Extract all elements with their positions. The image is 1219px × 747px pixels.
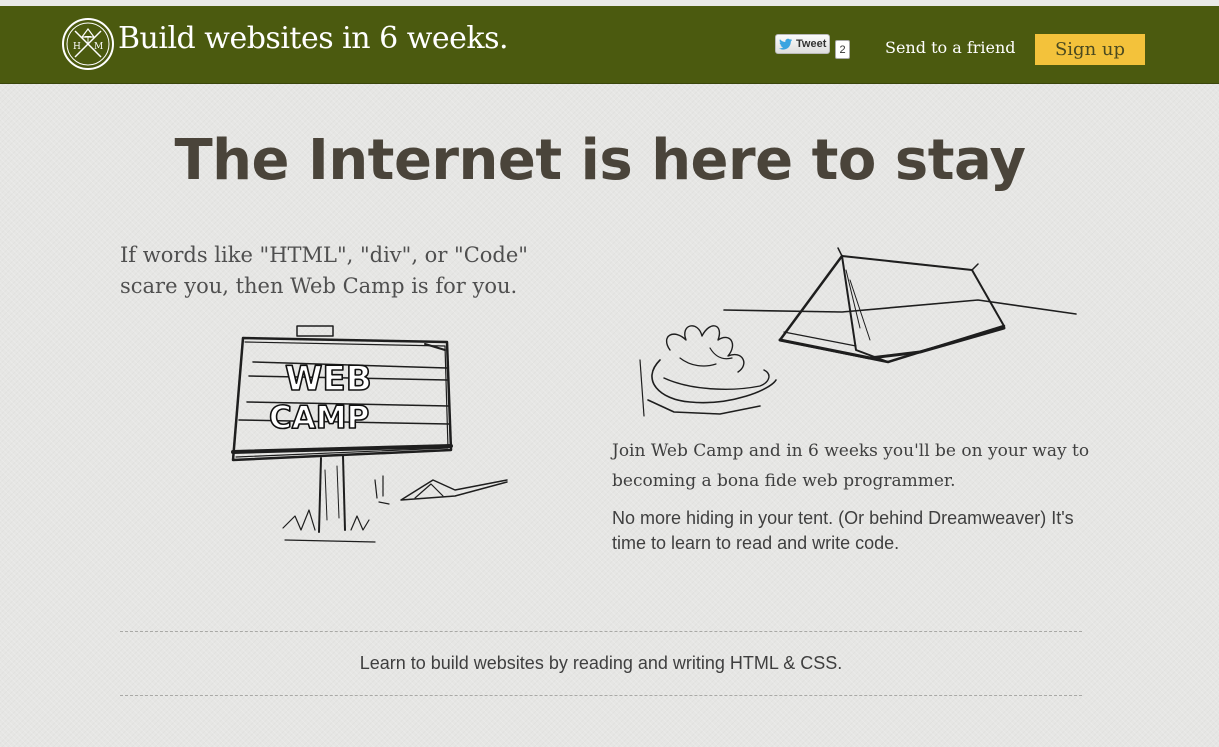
logo-letter: H xyxy=(73,42,81,52)
web-camp-sign-illustration: WEB CAMP xyxy=(231,325,508,543)
section-divider xyxy=(120,631,1082,632)
join-description: Join Web Camp and in 6 weeks you'll be o… xyxy=(612,441,1090,491)
site-logo-icon[interactable]: H T M xyxy=(61,17,115,71)
tweet-count-badge: 2 xyxy=(835,40,850,59)
sign-word: WEB xyxy=(285,359,372,399)
signup-button[interactable]: Sign up xyxy=(1035,34,1145,65)
nomore-description: No more hiding in your tent. (Or behind … xyxy=(612,508,1074,553)
logo-letter: T xyxy=(85,36,91,46)
twitter-bird-icon xyxy=(779,38,793,50)
tagline: Learn to build websites by reading and w… xyxy=(359,653,843,673)
send-to-friend-link[interactable]: Send to a friend xyxy=(885,38,1016,57)
sign-word: CAMP xyxy=(269,400,369,436)
tweet-button[interactable]: Tweet xyxy=(775,34,830,54)
site-title[interactable]: Build websites in 6 weeks. xyxy=(118,21,509,56)
tweet-label: Tweet xyxy=(796,38,827,50)
logo-letter: M xyxy=(94,42,103,52)
intro-text: If words like "HTML", "div", or "Code" s… xyxy=(120,243,528,298)
page-headline: The Internet is here to stay xyxy=(174,128,1026,193)
section-divider xyxy=(120,695,1082,696)
tent-campfire-illustration xyxy=(639,247,1077,417)
